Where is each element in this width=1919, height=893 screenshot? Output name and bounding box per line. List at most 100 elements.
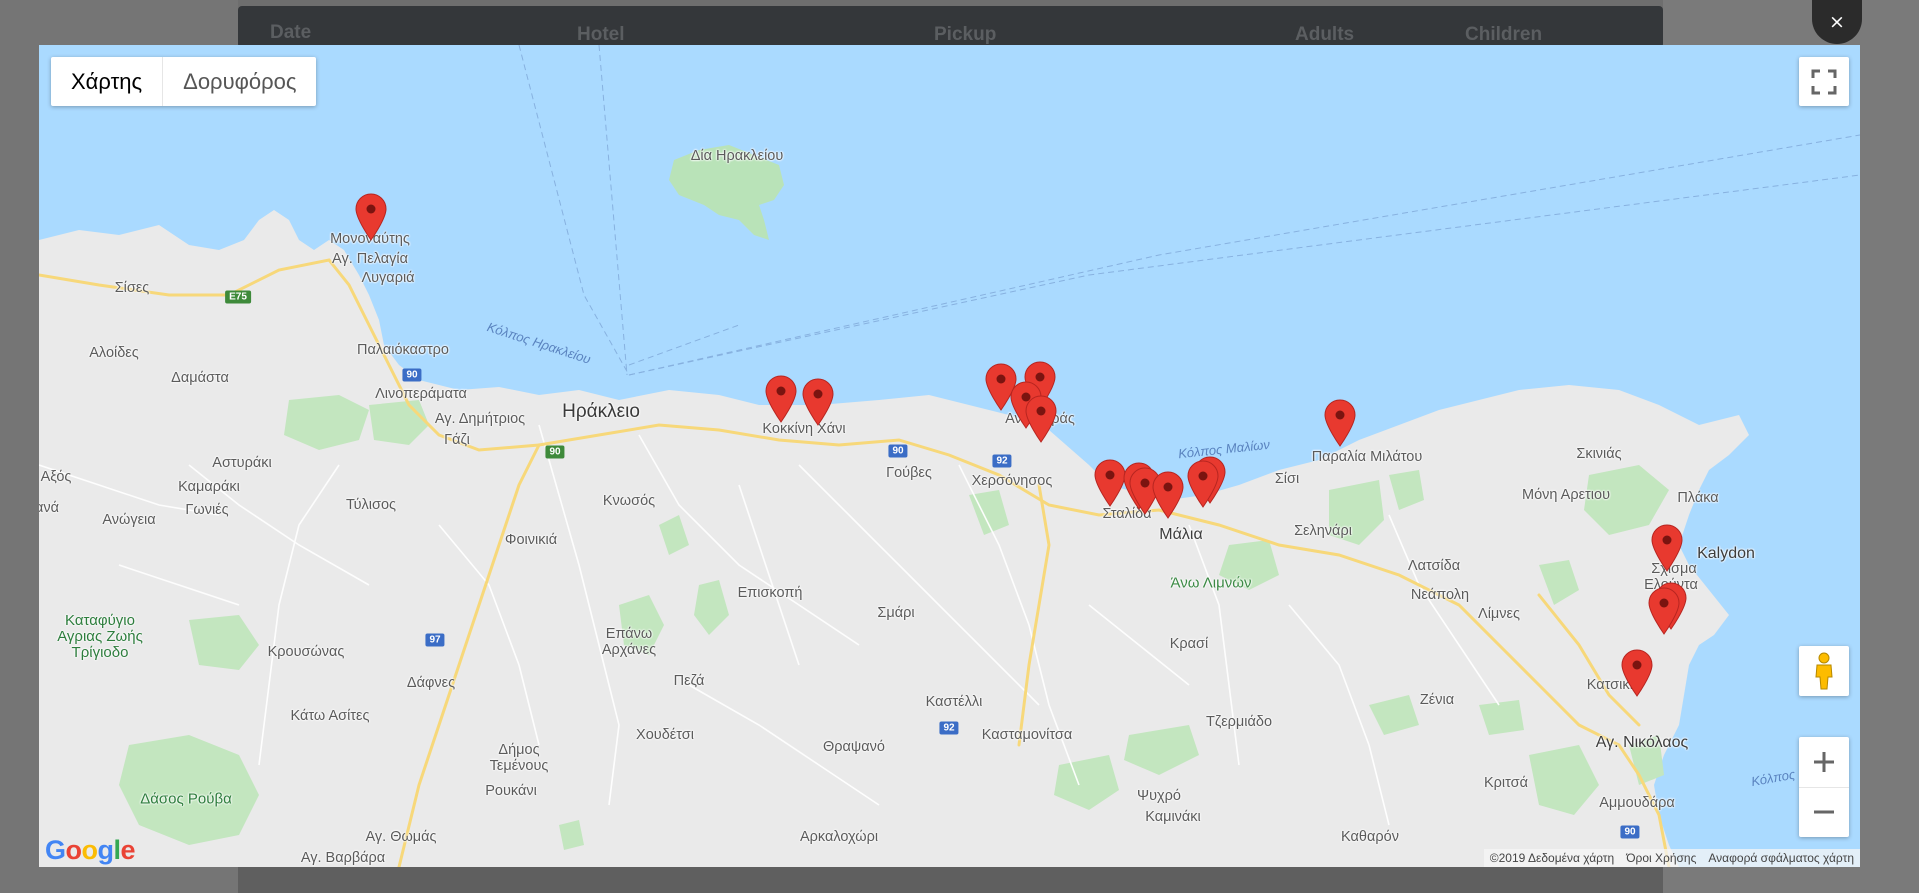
place-label: Κριτσά [1484,775,1528,791]
location-marker-icon[interactable] [1152,471,1184,519]
location-marker-icon[interactable] [1094,459,1126,507]
place-label: Κνωσός [602,493,656,509]
map-type-map-button[interactable]: Χάρτης [51,57,164,106]
place-label: Παραλία Μιλάτου [1311,449,1423,465]
place-label: Λατσίδα [1407,558,1461,574]
place-label: Λινοπεράματα [375,386,467,402]
place-label: Χερσόνησος [971,473,1053,489]
location-marker-icon[interactable] [355,193,387,241]
fullscreen-icon [1811,69,1837,94]
place-label: Αλοίδες [89,345,139,361]
place-label: Σκινιάς [1576,446,1622,462]
place-label: Δαμάστα [171,370,229,386]
location-marker-icon[interactable] [1648,587,1680,635]
location-marker-icon[interactable] [1187,460,1219,508]
place-label: Λίμνες [1478,606,1520,622]
street-view-button[interactable] [1799,646,1849,696]
location-marker-icon[interactable] [1621,649,1653,697]
plus-icon [1814,751,1834,772]
place-label: Καμαράκι [178,479,240,495]
place-label: Επάνω Αρχάνες [601,626,657,658]
location-marker-icon[interactable] [1025,395,1057,443]
minus-icon [1814,810,1834,814]
place-label: Ρουκάνι [485,783,537,799]
map-data-credit: ©2019 Δεδομένα χάρτη [1489,851,1615,865]
place-label: Αρκαλοχώρι [799,829,879,845]
road-shield: 90 [402,368,422,382]
place-label: Θραψανό [823,739,885,755]
road-shield: 90 [888,444,908,458]
place-label: Παλαιόκαστρο [357,342,449,358]
place-label: Κασταμονίτσα [981,727,1073,743]
place-label: Σίσι [1274,471,1300,487]
place-label: Πλάκα [1677,490,1719,506]
place-label: Ψυχρό [1137,788,1181,804]
place-label: Αγ. Πελαγία [332,251,408,267]
place-label: Δήμος Τεμένους [489,742,549,774]
place-label: Γωνιές [185,502,229,518]
location-marker-icon[interactable] [765,375,797,423]
map-type-control: Χάρτης Δορυφόρος [51,57,317,106]
road-shield: 90 [545,445,565,459]
zoom-in-button[interactable] [1799,737,1849,788]
place-label: Σεληνάρι [1294,523,1352,539]
place-label: Μόνη Αρετιου [1521,487,1611,503]
google-logo[interactable]: Google [45,835,136,866]
place-label-city: Ηράκλειο [562,401,640,422]
place-label: Αγ. Δημήτριος [434,411,526,427]
map-canvas[interactable]: Δία Ηρακλείου Μονοναύτης Αγ. Πελαγία Λυγ… [39,45,1860,867]
place-label: Δία Ηρακλείου [690,148,784,164]
place-label-park: Καταφύγιο Αγριας Ζωής Τρίγιοδο [57,612,143,661]
place-label-green: Άνω Λιμνών [1170,574,1252,592]
place-label: Τζερμιάδο [1205,714,1273,730]
place-label: Κρουσώνας [267,644,345,660]
road-shield: 97 [425,633,445,647]
place-label: Αγ. Βαρβάρα [300,850,386,866]
zoom-control [1799,737,1849,837]
place-label: Γάζι [444,432,470,448]
column-adults: Adults [1295,24,1355,45]
backdrop-bottom-strip [238,866,1663,893]
place-label: Χουδέτσι [636,727,694,743]
place-label: Κάτω Ασίτες [290,708,370,724]
place-label: Πεζά [673,673,705,689]
place-label: Κρασί [1169,636,1209,652]
location-marker-icon[interactable] [1651,524,1683,572]
place-label: Αμμουδάρα [1599,795,1675,811]
location-marker-icon[interactable] [1324,399,1356,447]
place-label: Καστέλλι [925,694,983,710]
place-label: Σίσες [114,280,150,296]
road-shield: 90 [1620,825,1640,839]
place-label: Αξός [40,469,72,485]
place-label: Ανώγεια [102,512,156,528]
road-shield: E75 [225,290,251,304]
map-type-satellite-button[interactable]: Δορυφόρος [163,57,316,106]
place-label: Σμάρι [877,605,915,621]
place-label: Επισκοπή [737,585,803,601]
terms-link[interactable]: Όροι Χρήσης [1620,851,1702,865]
bookings-table-header: Date Hotel Pickup Adults Children [238,6,1663,48]
road-shield: 92 [939,721,959,735]
place-label: Αγ. Θωμάς [365,829,437,845]
place-label: Λυγαριά [361,270,415,286]
place-label: Καθαρόν [1341,829,1399,845]
location-marker-icon[interactable] [802,378,834,426]
place-label: Μάλια [1159,526,1203,543]
place-label: Ζένια [1419,692,1455,708]
place-label: Τύλισος [346,497,396,513]
place-label: Καμινάκι [1145,809,1201,825]
place-label: Γούβες [886,465,932,481]
zoom-out-button[interactable] [1799,788,1849,838]
place-label: Δάφνες [406,675,456,691]
place-label-park: Δάσος Ρούβα [140,790,232,808]
place-label: Νεάπολη [1410,587,1470,603]
place-label: Αγ. Νικόλαος [1595,734,1689,751]
report-error-link[interactable]: Αναφορά σφάλματος χάρτη [1702,851,1860,865]
fullscreen-button[interactable] [1799,57,1849,106]
pegman-icon [1815,652,1833,690]
column-hotel: Hotel [577,24,625,45]
place-label: Kalydon [1697,545,1755,562]
column-pickup: Pickup [934,24,997,45]
road-shield: 92 [992,454,1012,468]
place-label: Φοινικιά [504,532,558,548]
